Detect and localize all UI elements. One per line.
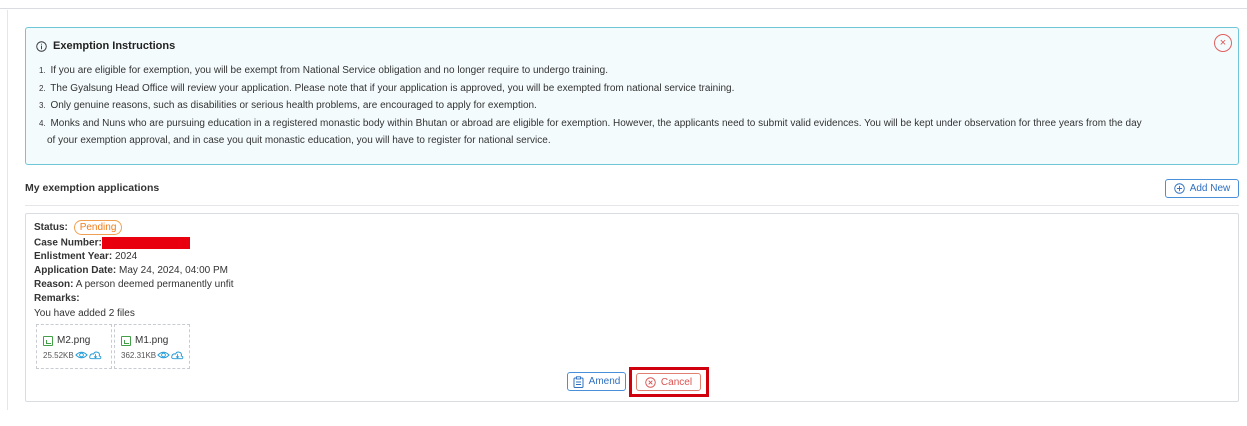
section-divider	[25, 205, 1239, 206]
add-new-label: Add New	[1189, 183, 1231, 194]
instructions-title: Exemption Instructions	[53, 40, 176, 52]
status-row: Status: Pending	[34, 220, 123, 235]
eye-icon[interactable]	[74, 350, 88, 360]
close-icon: ×	[1219, 37, 1227, 49]
exemption-instructions-panel: Exemption Instructions × 1. If you are e…	[25, 27, 1239, 165]
amend-button[interactable]: Amend	[567, 372, 626, 391]
instruction-item: 3. Only genuine reasons, such as disabil…	[39, 100, 537, 112]
redacted-case-number	[101, 237, 190, 249]
case-number-row: Case Number:	[34, 237, 190, 249]
left-divider	[7, 10, 8, 410]
image-file-icon	[43, 335, 53, 346]
enlistment-year-row: Enlistment Year: 2024	[34, 251, 138, 262]
cancel-highlight-box: Cancel	[629, 367, 709, 397]
section-title: My exemption applications	[25, 182, 160, 194]
instruction-item-continuation: of your exemption approval, and in case …	[47, 135, 551, 147]
instruction-item: 4. Monks and Nuns who are pursuing educa…	[39, 117, 1142, 129]
file-size: 25.52KB	[43, 350, 74, 360]
file-item: M2.png 25.52KB	[36, 324, 112, 369]
instruction-item: 1. If you are eligible for exemption, yo…	[39, 65, 608, 76]
plus-circle-icon	[1173, 183, 1185, 194]
remarks-row: Remarks:	[34, 293, 80, 304]
top-divider	[0, 0, 1247, 9]
file-name[interactable]: M2.png	[57, 335, 90, 346]
cancel-circle-icon	[645, 376, 656, 388]
cloud-download-icon[interactable]	[171, 350, 184, 360]
status-badge: Pending	[73, 220, 123, 235]
close-instructions-button[interactable]: ×	[1214, 34, 1232, 52]
eye-icon[interactable]	[157, 350, 170, 360]
file-size: 362.31KB	[121, 350, 157, 360]
files-count-text: You have added 2 files	[34, 308, 135, 319]
add-new-button[interactable]: Add New	[1165, 179, 1239, 198]
reason-row: Reason: A person deemed permanently unfi…	[34, 279, 234, 290]
instructions-list: 1. If you are eligible for exemption, yo…	[39, 62, 1229, 150]
instruction-item: 2. The Gyalsung Head Office will review …	[39, 82, 735, 94]
application-date-row: Application Date: May 24, 2024, 04:00 PM	[34, 265, 228, 276]
amend-label: Amend	[588, 376, 621, 387]
cancel-label: Cancel	[660, 376, 693, 388]
cancel-button[interactable]: Cancel	[636, 373, 701, 391]
info-icon	[36, 40, 47, 52]
file-item: M1.png 362.31KB	[114, 324, 190, 369]
instructions-header: Exemption Instructions	[36, 40, 175, 52]
file-name[interactable]: M1.png	[135, 335, 168, 346]
image-file-icon	[121, 335, 131, 346]
clipboard-icon	[573, 375, 584, 388]
cloud-download-icon[interactable]	[88, 350, 102, 360]
